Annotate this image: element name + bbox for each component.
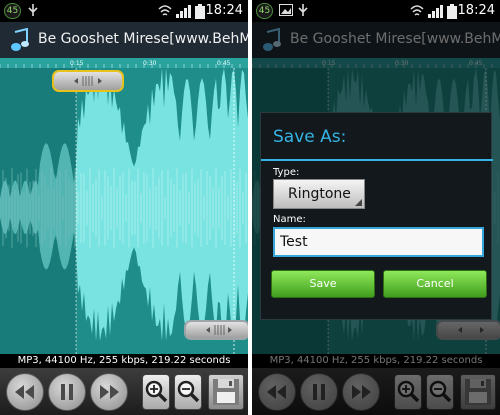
wifi-icon bbox=[158, 4, 172, 21]
notification-badge: 45 bbox=[256, 3, 273, 19]
pause-button[interactable] bbox=[48, 373, 86, 411]
timeline-tick: 0:45 bbox=[217, 60, 231, 67]
usb-icon bbox=[297, 4, 309, 21]
dialog-title: Save As: bbox=[273, 127, 347, 147]
save-as-dialog: Save As: Type: Ringtone Name: Save Cance… bbox=[260, 112, 493, 320]
battery-icon bbox=[447, 4, 457, 22]
save-as-screen: 45 18:24 Be Gooshet Mirese[www.BehMus 0:… bbox=[252, 0, 500, 415]
rewind-icon bbox=[15, 385, 34, 399]
clock: 18:24 bbox=[205, 3, 243, 18]
status-bar: 45 18:24 bbox=[0, 0, 248, 22]
type-label: Type: bbox=[273, 167, 300, 178]
forward-button[interactable] bbox=[90, 373, 128, 411]
notification-badge: 45 bbox=[4, 3, 21, 19]
pause-icon bbox=[61, 384, 73, 400]
battery-icon bbox=[195, 4, 205, 22]
cancel-dialog-button[interactable]: Cancel bbox=[383, 270, 487, 298]
zoom-in-button[interactable] bbox=[142, 374, 170, 410]
save-dialog-button[interactable]: Save bbox=[271, 270, 375, 298]
app-title-bar: Be Gooshet Mirese[www.BehMus bbox=[0, 22, 248, 58]
status-bar: 45 18:24 bbox=[252, 0, 500, 22]
signal-icon bbox=[176, 4, 192, 21]
start-marker-handle[interactable] bbox=[52, 70, 124, 92]
timeline-tick: 0:30 bbox=[143, 60, 157, 67]
type-select[interactable]: Ringtone bbox=[273, 179, 365, 209]
zoom-in-icon bbox=[145, 380, 168, 403]
app-title: Be Gooshet Mirese[www.BehMus bbox=[38, 31, 248, 47]
dropdown-arrow-icon bbox=[355, 199, 362, 206]
zoom-out-button[interactable] bbox=[174, 374, 202, 410]
clock: 18:24 bbox=[457, 3, 495, 18]
name-label: Name: bbox=[273, 214, 306, 225]
usb-icon bbox=[27, 4, 39, 21]
save-button[interactable] bbox=[208, 374, 244, 410]
waveform bbox=[0, 58, 248, 354]
timeline-tick: 0:15 bbox=[70, 60, 84, 67]
editor-screen: 45 18:24 Be Gooshet Mirese[www.BehMus 0:… bbox=[0, 0, 248, 415]
waveform-view[interactable]: 0:15 0:30 0:45 bbox=[0, 58, 248, 354]
type-select-value: Ringtone bbox=[288, 186, 351, 202]
rewind-button[interactable] bbox=[6, 373, 44, 411]
wifi-icon bbox=[410, 4, 424, 21]
signal-icon bbox=[428, 4, 444, 21]
music-note-icon bbox=[10, 27, 32, 56]
end-marker-handle[interactable] bbox=[184, 320, 248, 340]
audio-info: MP3, 44100 Hz, 255 kbps, 219.22 seconds bbox=[0, 354, 248, 368]
image-icon bbox=[279, 4, 293, 19]
dialog-divider bbox=[261, 159, 493, 161]
forward-icon bbox=[100, 385, 119, 399]
floppy-disk-icon bbox=[213, 379, 239, 405]
zoom-out-icon bbox=[177, 380, 200, 403]
playback-controls bbox=[0, 368, 248, 415]
name-input[interactable] bbox=[273, 227, 484, 257]
